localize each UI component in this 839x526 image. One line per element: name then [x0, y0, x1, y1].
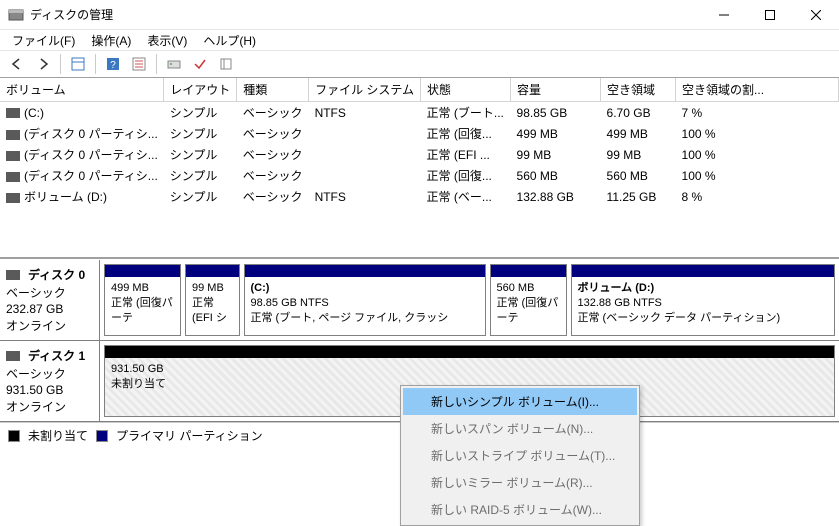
toolbar-settings-icon[interactable] [215, 53, 237, 75]
disk-row-0: ディスク 0 ベーシック 232.87 GB オンライン 499 MB正常 (回… [0, 260, 839, 341]
menu-new-raid5-volume[interactable]: 新しい RAID-5 ボリューム(W)... [403, 496, 637, 523]
disk0-partition[interactable]: (C:)98.85 GB NTFS正常 (ブート, ページ ファイル, クラッシ [244, 264, 486, 336]
toolbar-list-icon[interactable] [128, 53, 150, 75]
table-row[interactable]: (ディスク 0 パーティシ...シンプルベーシック正常 (EFI ...99 M… [0, 144, 839, 165]
volume-icon [6, 108, 20, 118]
volume-icon [6, 172, 20, 182]
menu-view[interactable]: 表示(V) [141, 30, 193, 51]
disk0-partition[interactable]: 499 MB正常 (回復パーテ [104, 264, 181, 336]
disk-icon [6, 270, 20, 280]
disk0-info[interactable]: ディスク 0 ベーシック 232.87 GB オンライン [0, 260, 100, 340]
legend-unalloc-swatch [8, 430, 20, 442]
titlebar: ディスクの管理 [0, 0, 839, 30]
table-row[interactable]: (C:)シンプルベーシックNTFS正常 (ブート...98.85 GB6.70 … [0, 102, 839, 124]
menu-new-mirror-volume[interactable]: 新しいミラー ボリューム(R)... [403, 469, 637, 496]
toolbar: ? [0, 50, 839, 78]
table-row[interactable]: (ディスク 0 パーティシ...シンプルベーシック正常 (回復...560 MB… [0, 165, 839, 186]
col-pct[interactable]: 空き領域の割... [676, 78, 839, 102]
context-menu: 新しいシンプル ボリューム(I)... 新しいスパン ボリューム(N)... 新… [400, 385, 640, 526]
svg-text:?: ? [110, 60, 116, 71]
table-row[interactable]: ボリューム (D:)シンプルベーシックNTFS正常 (ベー...132.88 G… [0, 186, 839, 207]
toolbar-disk-icon[interactable] [163, 53, 185, 75]
window-title: ディスクの管理 [30, 6, 701, 23]
menubar: ファイル(F) 操作(A) 表示(V) ヘルプ(H) [0, 30, 839, 50]
toolbar-check-icon[interactable] [189, 53, 211, 75]
disk0-partition[interactable]: 99 MB正常 (EFI シ [185, 264, 240, 336]
table-row[interactable]: (ディスク 0 パーティシ...シンプルベーシック正常 (回復...499 MB… [0, 123, 839, 144]
menu-file[interactable]: ファイル(F) [6, 30, 81, 51]
disk0-partition[interactable]: 560 MB正常 (回復パーテ [490, 264, 567, 336]
table-header-row[interactable]: ボリューム レイアウト 種類 ファイル システム 状態 容量 空き領域 空き領域… [0, 78, 839, 102]
menu-new-span-volume[interactable]: 新しいスパン ボリューム(N)... [403, 415, 637, 442]
volume-table: ボリューム レイアウト 種類 ファイル システム 状態 容量 空き領域 空き領域… [0, 78, 839, 259]
volume-icon [6, 130, 20, 140]
col-free[interactable]: 空き領域 [601, 78, 676, 102]
disk0-partition[interactable]: ボリューム (D:)132.88 GB NTFS正常 (ベーシック データ パー… [571, 264, 836, 336]
help-icon[interactable]: ? [102, 53, 124, 75]
back-button[interactable] [6, 53, 28, 75]
disk1-info[interactable]: ディスク 1 ベーシック 931.50 GB オンライン [0, 341, 100, 421]
forward-button[interactable] [32, 53, 54, 75]
col-layout[interactable]: レイアウト [164, 78, 237, 102]
col-status[interactable]: 状態 [421, 78, 511, 102]
disk-icon [6, 351, 20, 361]
volume-icon [6, 151, 20, 161]
maximize-button[interactable] [747, 0, 793, 30]
volume-icon [6, 193, 20, 203]
col-cap[interactable]: 容量 [511, 78, 601, 102]
col-type[interactable]: 種類 [237, 78, 309, 102]
menu-new-simple-volume[interactable]: 新しいシンプル ボリューム(I)... [403, 388, 637, 415]
minimize-button[interactable] [701, 0, 747, 30]
toolbar-view-icon[interactable] [67, 53, 89, 75]
menu-help[interactable]: ヘルプ(H) [197, 30, 262, 51]
menu-new-stripe-volume[interactable]: 新しいストライプ ボリューム(T)... [403, 442, 637, 469]
menu-action[interactable]: 操作(A) [85, 30, 137, 51]
close-button[interactable] [793, 0, 839, 30]
col-volume[interactable]: ボリューム [0, 78, 164, 102]
app-icon [8, 7, 24, 23]
legend-primary-swatch [96, 430, 108, 442]
col-fs[interactable]: ファイル システム [309, 78, 421, 102]
